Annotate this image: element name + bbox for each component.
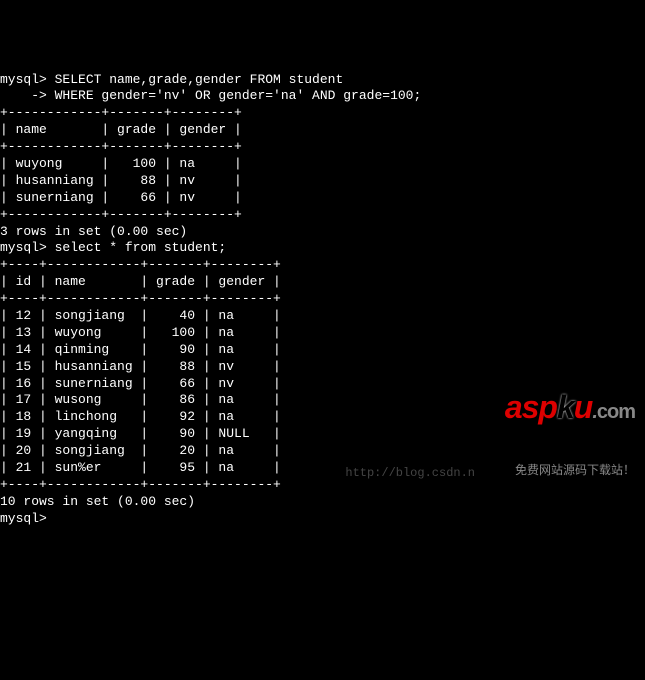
- terminal-line: mysql> SELECT name,grade,gender FROM stu…: [0, 72, 645, 89]
- terminal-line: mysql> select * from student;: [0, 240, 645, 257]
- terminal-line: +------------+-------+--------+: [0, 207, 645, 224]
- terminal-line: | 13 | wuyong | 100 | na |: [0, 325, 645, 342]
- terminal-line: 3 rows in set (0.00 sec): [0, 224, 645, 241]
- terminal-line: +------------+-------+--------+: [0, 105, 645, 122]
- terminal-line: | name | grade | gender |: [0, 122, 645, 139]
- terminal-line: | husanniang | 88 | nv |: [0, 173, 645, 190]
- site-watermark: aspku.com 免费网站源码下载站！: [505, 353, 635, 495]
- terminal-line: | sunerniang | 66 | nv |: [0, 190, 645, 207]
- terminal-line: +----+------------+-------+--------+: [0, 257, 645, 274]
- terminal-line: | wuyong | 100 | na |: [0, 156, 645, 173]
- terminal-line: | 12 | songjiang | 40 | na |: [0, 308, 645, 325]
- terminal-line: 10 rows in set (0.00 sec): [0, 494, 645, 511]
- terminal-line: | id | name | grade | gender |: [0, 274, 645, 291]
- blog-url-watermark: http://blog.csdn.n: [345, 466, 475, 482]
- terminal-line: mysql>: [0, 511, 645, 528]
- terminal-line: +------------+-------+--------+: [0, 139, 645, 156]
- terminal-line: +----+------------+-------+--------+: [0, 291, 645, 308]
- aspku-logo: aspku.com: [505, 387, 635, 429]
- terminal-line: -> WHERE gender='nv' OR gender='na' AND …: [0, 88, 645, 105]
- watermark-subtitle: 免费网站源码下载站！: [505, 463, 635, 479]
